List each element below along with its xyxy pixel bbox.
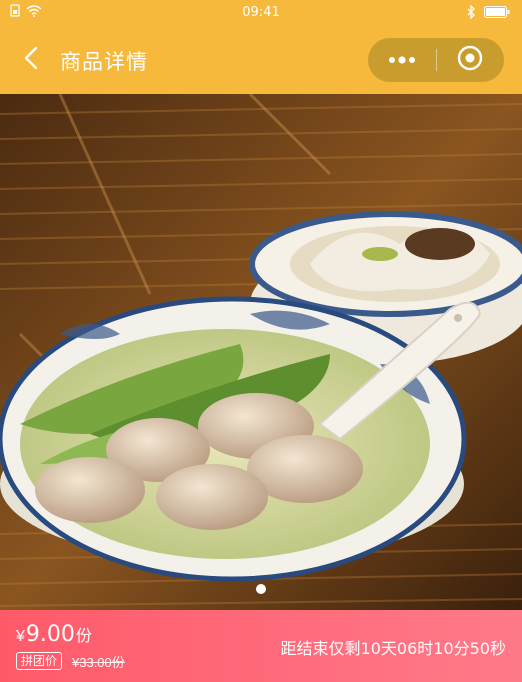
page-title: 商品详情	[60, 50, 148, 74]
price-unit: 份	[75, 628, 92, 645]
countdown-timer: 距结束仅剩10天06时10分50秒	[280, 639, 506, 658]
group-buy-price-bar: ¥ 9.00 份 拼团价 ¥33.00份 距结束仅剩10天06时10分50秒	[0, 610, 522, 682]
currency-symbol: ¥	[16, 628, 25, 645]
carousel-indicator	[0, 584, 522, 594]
status-bar: 09:41	[0, 0, 522, 26]
close-miniprogram-button[interactable]	[437, 38, 505, 82]
product-photo	[0, 94, 522, 610]
back-button[interactable]	[18, 46, 44, 74]
target-circle-icon	[457, 45, 483, 76]
product-detail-page: 09:41 商品详情 ¥ 9.00 份 拼团价 ¥33.00份 距结束仅剩10天…	[0, 0, 522, 682]
chevron-left-icon	[24, 46, 38, 75]
nav-bar: 商品详情	[0, 26, 522, 94]
price-value: 9.00	[25, 622, 75, 647]
battery-icon	[484, 6, 510, 21]
group-price-badge: 拼团价	[16, 652, 63, 670]
bluetooth-icon	[467, 4, 476, 22]
status-right-icons	[467, 4, 510, 22]
carousel-dot-active[interactable]	[256, 584, 266, 594]
product-image-carousel[interactable]	[0, 94, 522, 610]
original-price: ¥33.00份	[72, 655, 125, 670]
status-time: 09:41	[242, 5, 280, 20]
more-button[interactable]	[368, 38, 436, 82]
menu-capsule	[368, 38, 504, 82]
group-price: ¥ 9.00 份	[16, 622, 92, 647]
more-dots-icon	[388, 51, 416, 69]
